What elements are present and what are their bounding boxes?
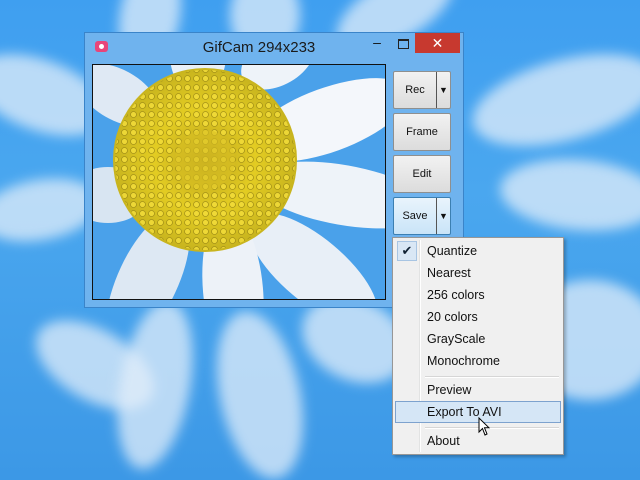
menu-item-label: Export To AVI [427,405,502,419]
menu-separator [425,427,559,429]
menu-item-label: 256 colors [427,288,485,302]
menu-item-256-colors[interactable]: 256 colors [395,284,561,306]
menu-item-nearest[interactable]: Nearest [395,262,561,284]
daisy-image [93,65,385,299]
rec-button[interactable]: Rec ▼ [393,71,451,109]
background-petal [497,153,640,237]
minimize-button[interactable]: – [364,34,390,54]
menu-item-label: Nearest [427,266,471,280]
save-button[interactable]: Save ▼ [393,197,451,235]
capture-preview-area[interactable] [92,64,386,300]
menu-item-label: About [427,434,460,448]
frame-button-label: Frame [406,126,438,138]
background-petal [203,303,317,480]
menu-item-20-colors[interactable]: 20 colors [395,306,561,328]
background-petal [105,295,205,475]
menu-item-label: GrayScale [427,332,486,346]
frame-button[interactable]: Frame [393,113,451,151]
menu-item-grayscale[interactable]: GrayScale [395,328,561,350]
menu-item-label: 20 colors [427,310,478,324]
menu-item-label: Quantize [427,244,478,258]
checkmark-icon: ✔ [397,241,417,261]
save-button-label: Save [402,210,428,222]
title-bar[interactable]: GifCam 294x233 – ✕ [85,33,463,61]
edit-button[interactable]: Edit [393,155,451,193]
rec-button-label: Rec [405,84,425,96]
mouse-pointer-icon [478,417,490,436]
edit-button-label: Edit [412,168,432,180]
desktop-background: GifCam 294x233 – ✕ Rec ▼ Frame Edit Save… [0,0,640,480]
rec-dropdown-arrow-icon[interactable]: ▼ [436,72,450,108]
maximize-button[interactable] [390,34,416,54]
menu-separator [425,376,559,378]
close-button[interactable]: ✕ [415,33,460,53]
menu-item-label: Monochrome [427,354,500,368]
menu-item-monochrome[interactable]: Monochrome [395,350,561,372]
background-petal [462,36,640,164]
menu-item-label: Preview [427,383,472,397]
save-dropdown-arrow-icon[interactable]: ▼ [436,198,450,234]
menu-item-quantize[interactable]: ✔ Quantize [395,240,561,262]
menu-item-preview[interactable]: Preview [395,379,561,401]
